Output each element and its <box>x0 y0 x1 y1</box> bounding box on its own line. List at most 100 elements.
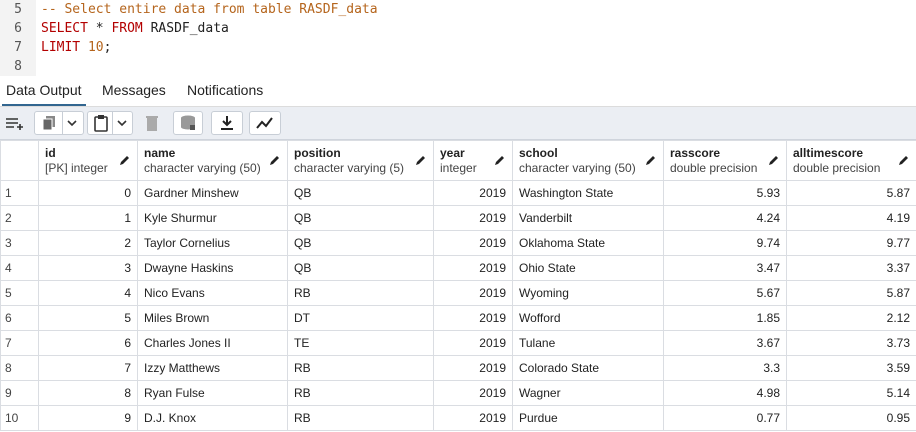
paste-button[interactable] <box>87 111 133 135</box>
edit-pencil-icon[interactable] <box>645 154 657 166</box>
table-cell-position[interactable]: DT <box>287 305 434 331</box>
table-cell-rasscore[interactable]: 4.98 <box>663 380 787 406</box>
table-cell-rasscore[interactable]: 3.3 <box>663 355 787 381</box>
edit-pencil-icon[interactable] <box>898 154 910 166</box>
row-number-header[interactable] <box>0 140 39 181</box>
table-row[interactable]: 7 6 Charles Jones II TE 2019 Tulane 3.67 3.73 <box>0 330 916 356</box>
column-header-school[interactable]: school character varying (50) <box>512 140 664 181</box>
table-cell-position[interactable]: QB <box>287 180 434 206</box>
table-cell-name[interactable]: Izzy Matthews <box>137 355 288 381</box>
table-row[interactable]: 9 8 Ryan Fulse RB 2019 Wagner 4.98 5.14 <box>0 380 916 406</box>
tab-messages[interactable]: Messages <box>98 76 170 106</box>
table-cell-school[interactable]: Wofford <box>512 305 664 331</box>
table-cell-school[interactable]: Oklahoma State <box>512 230 664 256</box>
table-row[interactable]: 8 7 Izzy Matthews RB 2019 Colorado State 3.3 3.… <box>0 355 916 381</box>
chevron-down-icon[interactable] <box>66 117 78 129</box>
table-cell-position[interactable]: QB <box>287 230 434 256</box>
table-cell-rasscore[interactable]: 3.67 <box>663 330 787 356</box>
row-number[interactable]: 9 <box>0 380 39 406</box>
table-cell-school[interactable]: Wyoming <box>512 280 664 306</box>
table-cell-name[interactable]: Charles Jones II <box>137 330 288 356</box>
table-cell-id[interactable]: 3 <box>38 255 138 281</box>
table-cell-rasscore[interactable]: 1.85 <box>663 305 787 331</box>
code-line[interactable]: 8 <box>0 57 916 76</box>
table-cell-year[interactable]: 2019 <box>433 180 513 206</box>
table-cell-alltimescore[interactable]: 3.59 <box>786 355 916 381</box>
table-cell-school[interactable]: Tulane <box>512 330 664 356</box>
chevron-down-icon[interactable] <box>116 117 128 129</box>
table-cell-position[interactable]: RB <box>287 355 434 381</box>
table-cell-year[interactable]: 2019 <box>433 330 513 356</box>
table-cell-rasscore[interactable]: 5.93 <box>663 180 787 206</box>
table-cell-position[interactable]: RB <box>287 405 434 431</box>
table-cell-school[interactable]: Colorado State <box>512 355 664 381</box>
save-data-button[interactable] <box>173 111 203 135</box>
table-cell-year[interactable]: 2019 <box>433 305 513 331</box>
table-cell-year[interactable]: 2019 <box>433 230 513 256</box>
delete-button[interactable] <box>140 111 164 135</box>
table-cell-name[interactable]: Miles Brown <box>137 305 288 331</box>
table-cell-id[interactable]: 2 <box>38 230 138 256</box>
table-cell-id[interactable]: 4 <box>38 280 138 306</box>
table-cell-position[interactable]: RB <box>287 280 434 306</box>
table-cell-id[interactable]: 7 <box>38 355 138 381</box>
graph-visualiser-button[interactable] <box>249 111 281 135</box>
tab-data-output[interactable]: Data Output <box>2 76 86 106</box>
table-row[interactable]: 1 0 Gardner Minshew QB 2019 Washington State 5… <box>0 180 916 206</box>
row-number[interactable]: 1 <box>0 180 39 206</box>
table-cell-rasscore[interactable]: 5.67 <box>663 280 787 306</box>
table-row[interactable]: 6 5 Miles Brown DT 2019 Wofford 1.85 2.12 <box>0 305 916 331</box>
row-number[interactable]: 3 <box>0 230 39 256</box>
table-row[interactable]: 4 3 Dwayne Haskins QB 2019 Ohio State 3.47 3.37 <box>0 255 916 281</box>
row-number[interactable]: 6 <box>0 305 39 331</box>
table-row[interactable]: 3 2 Taylor Cornelius QB 2019 Oklahoma State 9.… <box>0 230 916 256</box>
table-cell-year[interactable]: 2019 <box>433 380 513 406</box>
table-cell-id[interactable]: 6 <box>38 330 138 356</box>
table-cell-year[interactable]: 2019 <box>433 405 513 431</box>
table-cell-name[interactable]: Kyle Shurmur <box>137 205 288 231</box>
table-cell-position[interactable]: TE <box>287 330 434 356</box>
column-header-year[interactable]: year integer <box>433 140 513 181</box>
table-cell-id[interactable]: 9 <box>38 405 138 431</box>
table-cell-name[interactable]: Gardner Minshew <box>137 180 288 206</box>
table-cell-alltimescore[interactable]: 4.19 <box>786 205 916 231</box>
table-row[interactable]: 10 9 D.J. Knox RB 2019 Purdue 0.77 0.95 <box>0 405 916 431</box>
table-cell-id[interactable]: 8 <box>38 380 138 406</box>
copy-button[interactable] <box>34 111 84 135</box>
table-cell-name[interactable]: Nico Evans <box>137 280 288 306</box>
edit-pencil-icon[interactable] <box>494 154 506 166</box>
table-cell-alltimescore[interactable]: 2.12 <box>786 305 916 331</box>
column-header-position[interactable]: position character varying (5) <box>287 140 434 181</box>
table-cell-position[interactable]: QB <box>287 205 434 231</box>
download-button[interactable] <box>211 111 243 135</box>
table-cell-school[interactable]: Washington State <box>512 180 664 206</box>
column-header-alltimescore[interactable]: alltimescore double precision <box>786 140 916 181</box>
table-cell-year[interactable]: 2019 <box>433 280 513 306</box>
tab-notifications[interactable]: Notifications <box>183 76 267 106</box>
table-cell-id[interactable]: 1 <box>38 205 138 231</box>
table-cell-name[interactable]: Ryan Fulse <box>137 380 288 406</box>
table-cell-id[interactable]: 0 <box>38 180 138 206</box>
table-cell-alltimescore[interactable]: 9.77 <box>786 230 916 256</box>
row-number[interactable]: 7 <box>0 330 39 356</box>
row-number[interactable]: 2 <box>0 205 39 231</box>
table-cell-id[interactable]: 5 <box>38 305 138 331</box>
edit-pencil-icon[interactable] <box>119 154 131 166</box>
column-header-rasscore[interactable]: rasscore double precision <box>663 140 787 181</box>
table-cell-rasscore[interactable]: 3.47 <box>663 255 787 281</box>
code-line[interactable]: 5 -- Select entire data from table RASDF_… <box>0 0 916 19</box>
table-cell-alltimescore[interactable]: 5.87 <box>786 180 916 206</box>
table-cell-year[interactable]: 2019 <box>433 205 513 231</box>
table-row[interactable]: 2 1 Kyle Shurmur QB 2019 Vanderbilt 4.24 4.19 <box>0 205 916 231</box>
edit-pencil-icon[interactable] <box>269 154 281 166</box>
query-editor[interactable]: 5 -- Select entire data from table RASDF_… <box>0 0 916 77</box>
table-cell-name[interactable]: Dwayne Haskins <box>137 255 288 281</box>
table-cell-name[interactable]: Taylor Cornelius <box>137 230 288 256</box>
table-cell-year[interactable]: 2019 <box>433 255 513 281</box>
table-cell-position[interactable]: RB <box>287 380 434 406</box>
table-cell-school[interactable]: Vanderbilt <box>512 205 664 231</box>
table-cell-rasscore[interactable]: 9.74 <box>663 230 787 256</box>
table-cell-name[interactable]: D.J. Knox <box>137 405 288 431</box>
table-cell-position[interactable]: QB <box>287 255 434 281</box>
column-header-id[interactable]: id [PK] integer <box>38 140 138 181</box>
